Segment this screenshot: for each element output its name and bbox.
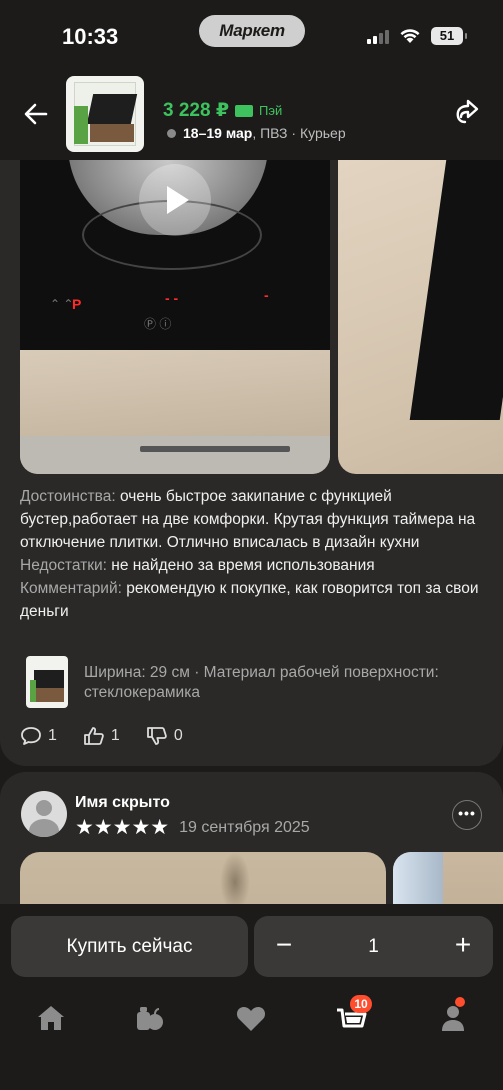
increase-quantity-button[interactable]: + [433, 916, 493, 977]
delivery-options: , ПВЗ · Курьер [252, 125, 346, 141]
market-pill[interactable]: Маркет [199, 15, 305, 47]
delivery-info: 18–19 мар, ПВЗ · Курьер [167, 125, 346, 141]
product-price: 3 228 ₽ Пэй [163, 99, 282, 122]
review-card: P - - - ⌃ ⌃ Ⓟ ⓘ Достоинства: очень быстр… [0, 160, 503, 766]
review-reactions: 1 1 0 [20, 726, 183, 746]
thumbs-down-icon [146, 727, 167, 745]
delivery-dot-icon [167, 128, 176, 138]
pay-card-icon [235, 104, 254, 117]
wifi-icon [400, 29, 420, 43]
profile-icon[interactable] [435, 1000, 471, 1036]
thumbs-up-icon [84, 727, 104, 745]
review-author: Имя скрыто [75, 794, 170, 811]
price-value: 3 228 ₽ [163, 100, 230, 121]
share-icon[interactable] [449, 96, 483, 130]
battery-indicator: 51 [431, 27, 467, 45]
home-icon[interactable] [33, 1000, 69, 1036]
dislike-button[interactable]: 0 [146, 726, 183, 746]
likes-count: 1 [110, 727, 120, 744]
buy-now-button[interactable]: Купить сейчас [11, 916, 248, 977]
variant-text: Ширина: 29 см · Материал рабочей поверхн… [84, 664, 439, 701]
cart-badge: 10 [350, 995, 372, 1013]
catalog-icon[interactable] [131, 1000, 167, 1036]
review-comment: Комментарий: рекомендую к покупке, как г… [20, 580, 479, 620]
bottom-tab-bar: 10 [0, 995, 503, 1056]
review-text: Достоинства: очень быстрое закипание с ф… [20, 485, 490, 623]
back-arrow-icon[interactable] [20, 98, 52, 130]
quantity-value: 1 [368, 936, 379, 957]
product-header: 3 228 ₽ Пэй 18–19 мар, ПВЗ · Курьер [0, 70, 503, 160]
dislikes-count: 0 [173, 727, 183, 744]
star-rating-icons: ★★★★★ [75, 816, 170, 839]
comments-count: 1 [48, 727, 57, 744]
status-bar: 10:33 Маркет 51 [0, 0, 503, 70]
delivery-date: 18–19 мар [183, 125, 253, 141]
rating-stars: ★★★★★ 19 сентября 2025 [75, 815, 310, 840]
pay-label: Пэй [259, 103, 283, 118]
profile-notification-dot [455, 997, 465, 1007]
play-icon[interactable] [139, 164, 211, 236]
product-thumbnail[interactable] [66, 76, 144, 152]
status-icons: 51 [367, 27, 467, 45]
signal-icon [367, 28, 389, 44]
review-video-thumbnail[interactable]: P - - - ⌃ ⌃ Ⓟ ⓘ [20, 160, 330, 474]
decrease-quantity-button[interactable]: − [254, 916, 314, 977]
review-photo[interactable] [338, 160, 503, 474]
avatar [21, 791, 67, 837]
quantity-stepper: − 1 + [254, 916, 493, 977]
review-cons: Недостатки: не найдено за время использо… [20, 557, 375, 574]
comment-icon [21, 727, 41, 745]
comments-button[interactable]: 1 [20, 726, 57, 746]
status-time: 10:33 [62, 24, 119, 49]
like-button[interactable]: 1 [83, 726, 120, 746]
favorites-heart-icon[interactable] [233, 1000, 269, 1036]
more-options-button[interactable]: ••• [452, 800, 482, 830]
review-pros: Достоинства: очень быстрое закипание с ф… [20, 488, 476, 551]
variant-thumbnail [26, 656, 68, 708]
review-date: 19 сентября 2025 [179, 818, 310, 836]
